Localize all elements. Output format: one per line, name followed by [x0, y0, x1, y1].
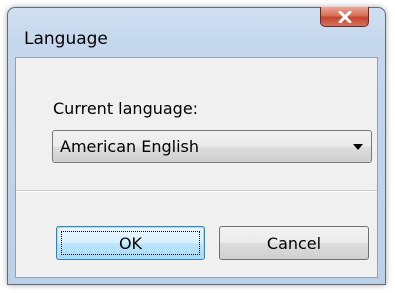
language-dialog: Language Current language: American Engl…: [7, 7, 386, 285]
close-button[interactable]: [320, 7, 369, 27]
dialog-title: Language: [24, 29, 108, 49]
chevron-down-icon: [353, 144, 363, 150]
focus-rectangle: [61, 231, 200, 255]
cancel-button[interactable]: Cancel: [219, 226, 369, 260]
separator: [16, 190, 377, 192]
close-icon: [338, 10, 351, 23]
ok-button[interactable]: OK: [56, 226, 205, 260]
dialog-body: Current language: American English OK Ca…: [15, 57, 378, 278]
language-select-value: American English: [60, 137, 199, 156]
language-select[interactable]: American English: [52, 130, 372, 163]
cancel-button-label: Cancel: [266, 233, 322, 253]
current-language-label: Current language:: [53, 99, 199, 118]
